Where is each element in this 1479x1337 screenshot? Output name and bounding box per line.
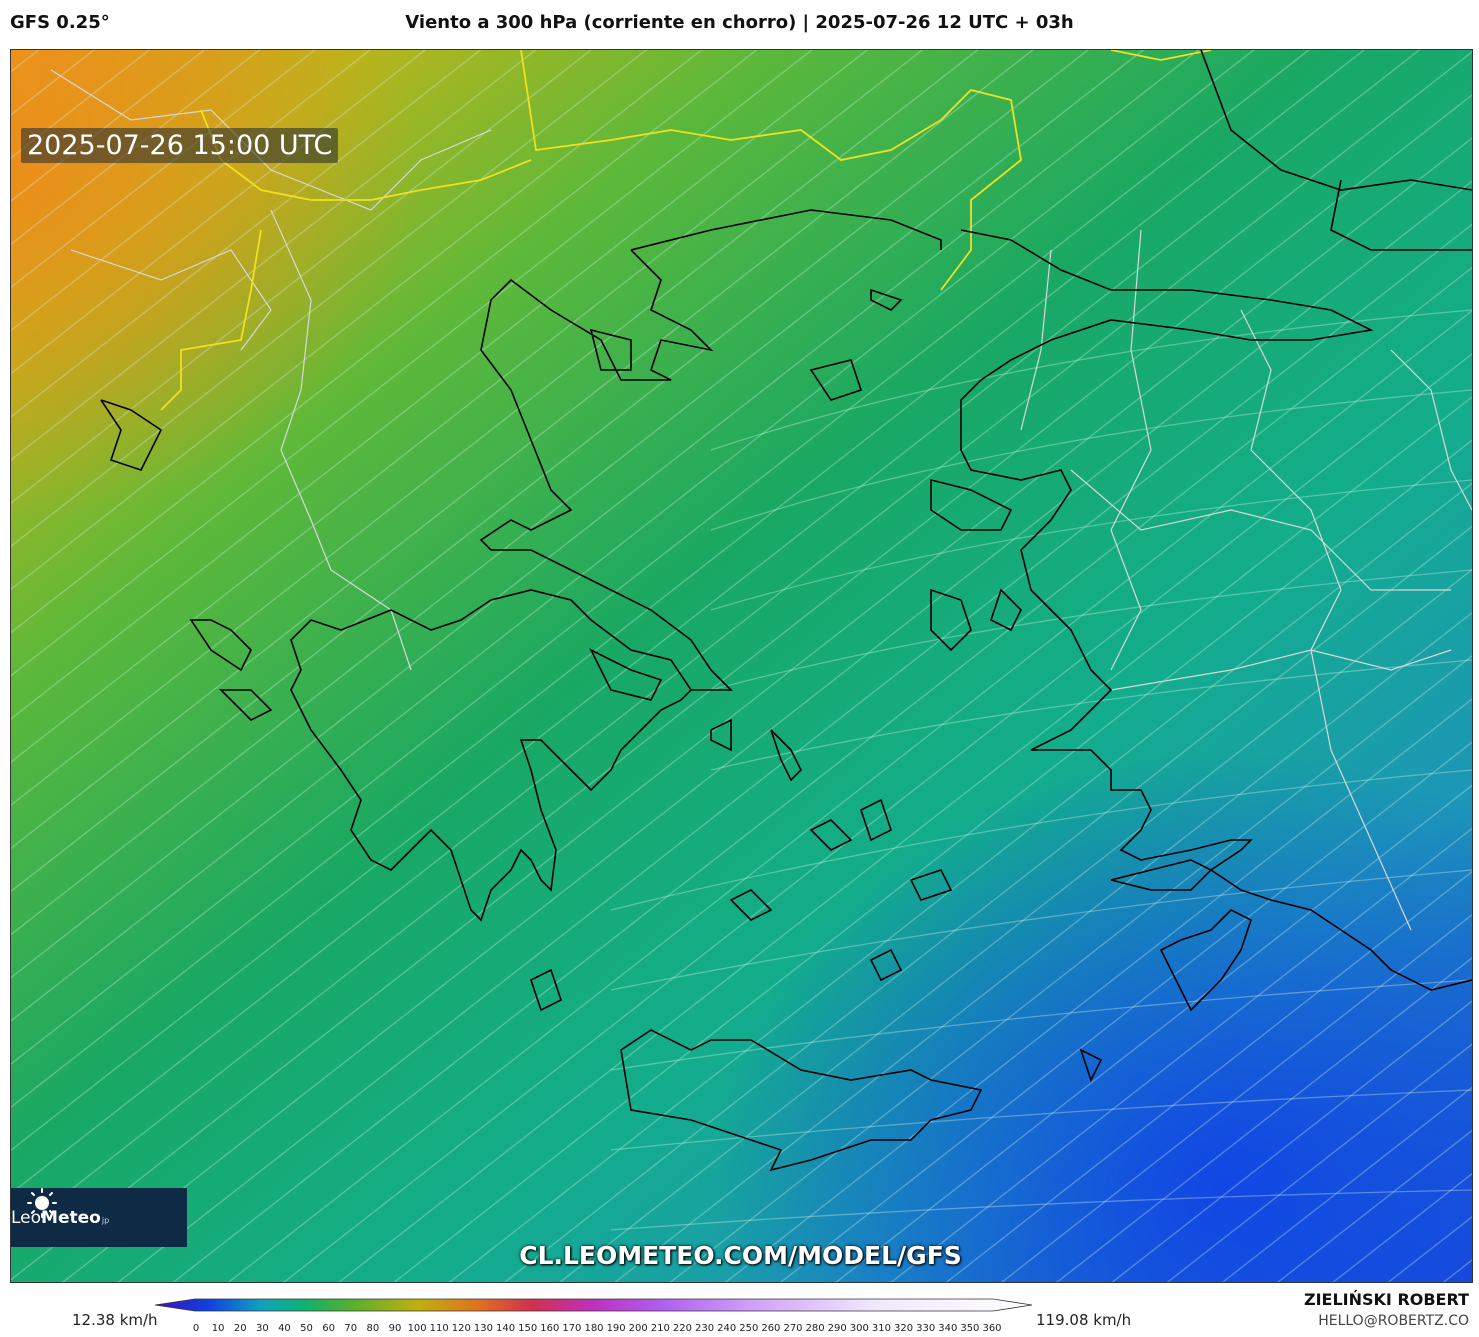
map-title: Viento a 300 hPa (corriente en chorro) |…	[405, 12, 1074, 33]
map-frame: 2025-07-26 15:00 UTC LeoMeteo jp CL.LEOM…	[10, 49, 1473, 1283]
colorbar-tick-label: 80	[366, 1323, 380, 1334]
colorbar-tick-label: 0	[192, 1323, 200, 1334]
colorbar-tick-label: 100	[407, 1323, 427, 1334]
colorbar-tick-label: 120	[451, 1323, 471, 1334]
colorbar-tick-label: 180	[584, 1323, 604, 1334]
colorbar-tick-label: 130	[473, 1323, 493, 1334]
author-email[interactable]: HELLO@ROBERTZ.CO	[1318, 1313, 1469, 1329]
wind-map	[11, 50, 1472, 1282]
colorbar-tick-label: 90	[388, 1323, 402, 1334]
scale-max-label: 119.08 km/h	[1036, 1311, 1132, 1329]
colorbar-tick-label: 270	[783, 1323, 803, 1334]
colorbar-tick-label: 110	[429, 1323, 449, 1334]
colorbar-tick-label: 340	[938, 1323, 958, 1334]
logo-suffix: jp	[101, 1216, 110, 1225]
colorbar-tick-label: 260	[761, 1323, 781, 1334]
colorbar-tick-label: 230	[695, 1323, 715, 1334]
site-url-watermark[interactable]: CL.LEOMETEO.COM/MODEL/GFS	[11, 1241, 1472, 1270]
colorbar-tick-label: 140	[496, 1323, 516, 1334]
colorbar-tick-label: 360	[982, 1323, 1002, 1334]
colorbar-tick-label: 320	[894, 1323, 914, 1334]
colorbar-tick-label: 190	[606, 1323, 626, 1334]
colorbar-tick-label: 20	[233, 1323, 247, 1334]
colorbar-tick-label: 310	[871, 1323, 891, 1334]
colorbar-tick-label: 210	[650, 1323, 670, 1334]
colorbar-tick-label: 290	[827, 1323, 847, 1334]
colorbar-tick-label: 30	[255, 1323, 269, 1334]
colorbar-tick-label: 350	[960, 1323, 980, 1334]
colorbar-tick-label: 280	[805, 1323, 825, 1334]
colorbar-tick-label: 330	[916, 1323, 936, 1334]
colorbar-tick-label: 250	[739, 1323, 759, 1334]
valid-time-label: 2025-07-26 15:00 UTC	[21, 128, 339, 163]
sun-icon	[27, 1188, 57, 1218]
leometeo-logo[interactable]: LeoMeteo jp	[11, 1188, 187, 1247]
colorbar-tick-label: 240	[717, 1323, 737, 1334]
colorbar-tick-label: 150	[518, 1323, 538, 1334]
colorbar-tick-label: 40	[278, 1323, 291, 1334]
colorbar	[155, 1298, 1033, 1312]
colorbar-tick-label: 170	[562, 1323, 582, 1334]
colorbar-tick-label: 300	[849, 1323, 869, 1334]
colorbar-tick-label: 60	[322, 1323, 336, 1334]
colorbar-tick-label: 50	[300, 1323, 313, 1334]
colorbar-tick-label: 10	[211, 1323, 225, 1334]
colorbar-ticks: 0 10 20 30 40 50 60 70 80 90 100 110 120 130 140 150 160…	[0, 1323, 1479, 1337]
colorbar-tick-label: 200	[628, 1323, 648, 1334]
author-name: ZIELIŃSKI ROBERT	[1303, 1290, 1469, 1309]
colorbar-tick-label: 70	[344, 1323, 358, 1334]
streamlines	[11, 50, 1472, 1282]
colorbar-tick-label: 220	[672, 1323, 692, 1334]
colorbar-tick-label: 160	[540, 1323, 560, 1334]
